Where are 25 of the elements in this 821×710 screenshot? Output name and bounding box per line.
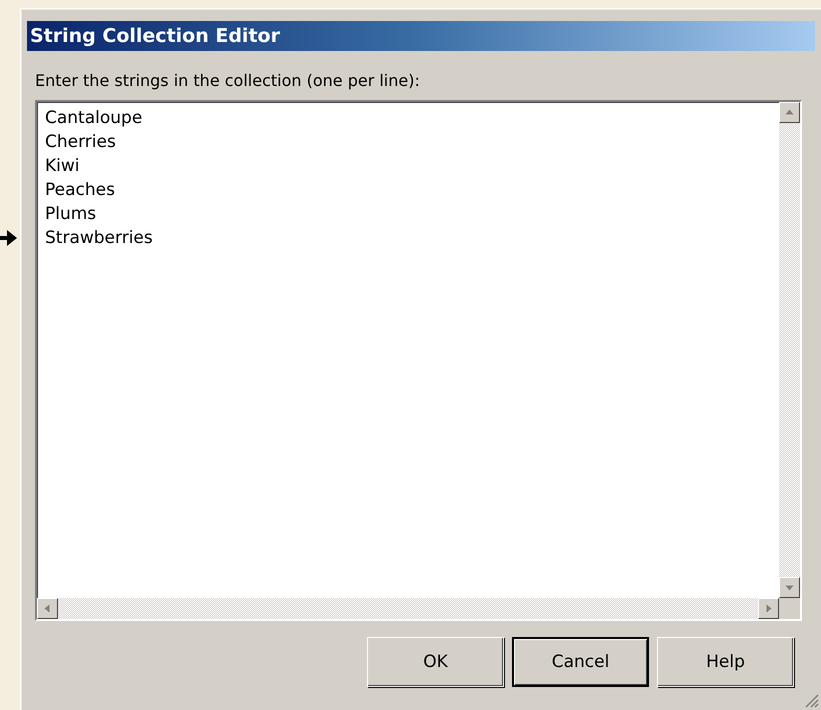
triangle-icon: [785, 108, 794, 117]
triangle-icon: [764, 604, 773, 613]
text-line: Strawberries: [45, 227, 154, 250]
vertical-scrollbar[interactable]: [779, 102, 800, 598]
prompt-label: Enter the strings in the collection (one per line):: [35, 71, 421, 92]
text-line: Plums: [45, 203, 98, 226]
scroll-left-button[interactable]: [37, 598, 58, 619]
scroll-down-button[interactable]: [779, 577, 800, 598]
scrollbar-corner: [779, 598, 800, 619]
scroll-up-button[interactable]: [779, 102, 800, 123]
triangle-icon: [43, 604, 52, 613]
window-title: String Collection Editor: [27, 21, 815, 51]
arrow-icon: [0, 229, 18, 247]
dialog-button[interactable]: Cancel: [512, 637, 649, 687]
scroll-right-button[interactable]: [758, 598, 779, 619]
text-line: Cantaloupe: [45, 107, 144, 130]
dialog-button[interactable]: Help: [657, 637, 794, 687]
text-area[interactable]: Cantaloupe Cherries Kiwi Peaches Plums Strawberries: [35, 100, 802, 621]
triangle-icon: [785, 583, 794, 592]
resize-grip-icon[interactable]: [803, 692, 819, 708]
text-line: Kiwi: [45, 155, 80, 178]
horizontal-scrollbar[interactable]: [37, 598, 779, 619]
text-line: Peaches: [45, 179, 116, 202]
dialog-button[interactable]: OK: [367, 637, 504, 687]
text-line: Cherries: [45, 131, 117, 154]
